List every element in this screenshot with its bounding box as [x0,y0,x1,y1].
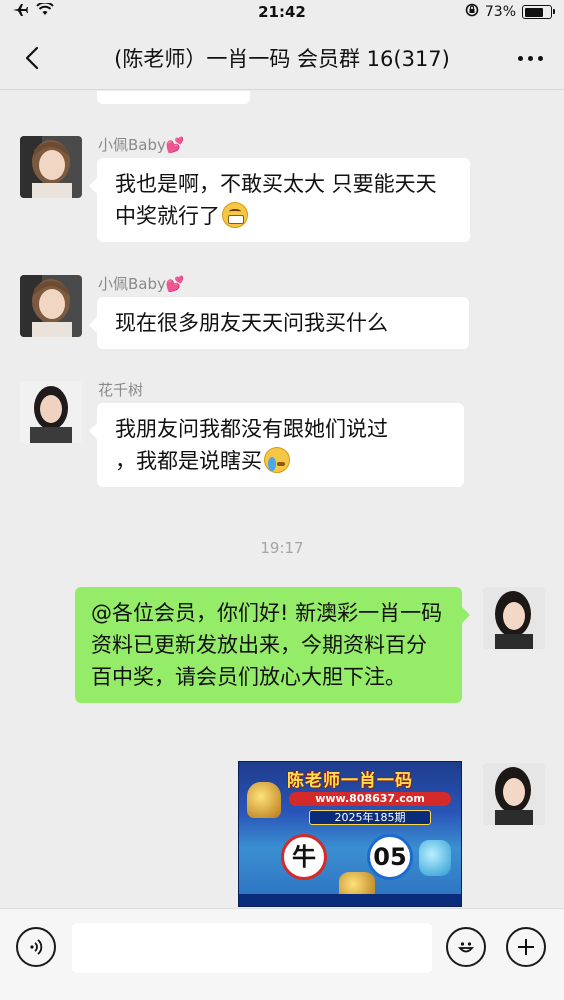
battery-icon [522,5,555,19]
message-text: 现在很多朋友天天问我买什么 [115,311,388,335]
timestamp: 19:17 [260,539,304,557]
heart-icon: 💕 [165,136,185,154]
promo-zodiac: 牛 [281,834,327,880]
promo-image-message[interactable]: 陈老师一肖一码 www.808637.com 2025年185期 牛 05 [238,761,462,907]
crying-face-icon [264,447,290,473]
message-text-line: ，我都是说瞎买 [115,449,262,473]
message-text-line: 我朋友问我都没有跟她们说过 [115,417,388,441]
message-bubble[interactable]: 我也是啊，不敢买太大 只要能天天中奖就行了 [89,158,470,242]
promo-url: www.808637.com [289,792,451,806]
promo-title: 陈老师一肖一码 [287,771,413,791]
status-right: 73% [465,3,555,21]
emoji-button[interactable] [446,927,486,967]
diamond-graphic [419,840,451,876]
voice-button[interactable] [16,927,56,967]
sender-name: 小佩Baby💕 [98,275,185,293]
more-button[interactable] [512,44,548,72]
back-icon [25,46,39,70]
message-text: @各位会员，你们好! 新澳彩一肖一码资料已更新发放出来，今期资料百分百中奖，请会… [91,601,443,689]
voice-icon [30,939,43,955]
message-bubble[interactable]: 我朋友问我都没有跟她们说过 ，我都是说瞎买 [89,403,464,487]
status-bar: 21:42 73% [0,0,564,26]
rotation-lock-icon [465,3,479,21]
message-text: 我也是啊，不敢买太大 只要能天天中奖就行了 [115,172,437,228]
self-avatar[interactable] [483,587,545,649]
battery-percent: 73% [484,4,516,20]
promo-footer-strip [239,894,461,906]
avatar[interactable] [20,275,82,337]
promo-period: 2025年185期 [309,810,431,825]
battery-fill [524,7,543,17]
avatar[interactable] [20,136,82,198]
sender-name: 小佩Baby💕 [98,136,185,154]
self-avatar[interactable] [483,763,545,825]
grinning-face-icon [222,202,248,228]
message-bubble[interactable]: 现在很多朋友天天问我买什么 [89,297,469,349]
more-icon [517,55,543,61]
back-button[interactable] [14,40,50,76]
heart-icon: 💕 [165,275,185,293]
chat-title: (陈老师）一肖一码 会员群 16(317) [114,47,450,71]
chat-area[interactable]: 小佩Baby💕 我也是啊，不敢买太大 只要能天天中奖就行了 小佩Baby💕 现在… [0,91,564,908]
input-bar [0,908,564,1000]
plus-button[interactable] [506,927,546,967]
chat-header: (陈老师）一肖一码 会员群 16(317) [0,26,564,90]
avatar[interactable] [20,381,82,443]
sender-name: 花千树 [98,381,144,399]
message-input[interactable] [72,923,432,973]
partial-message-bubble[interactable] [97,91,250,104]
promo-number: 05 [367,834,413,880]
plus-icon [518,939,534,955]
emoji-icon [458,942,474,953]
outgoing-message-bubble[interactable]: @各位会员，你们好! 新澳彩一肖一码资料已更新发放出来，今期资料百分百中奖，请会… [75,587,470,703]
